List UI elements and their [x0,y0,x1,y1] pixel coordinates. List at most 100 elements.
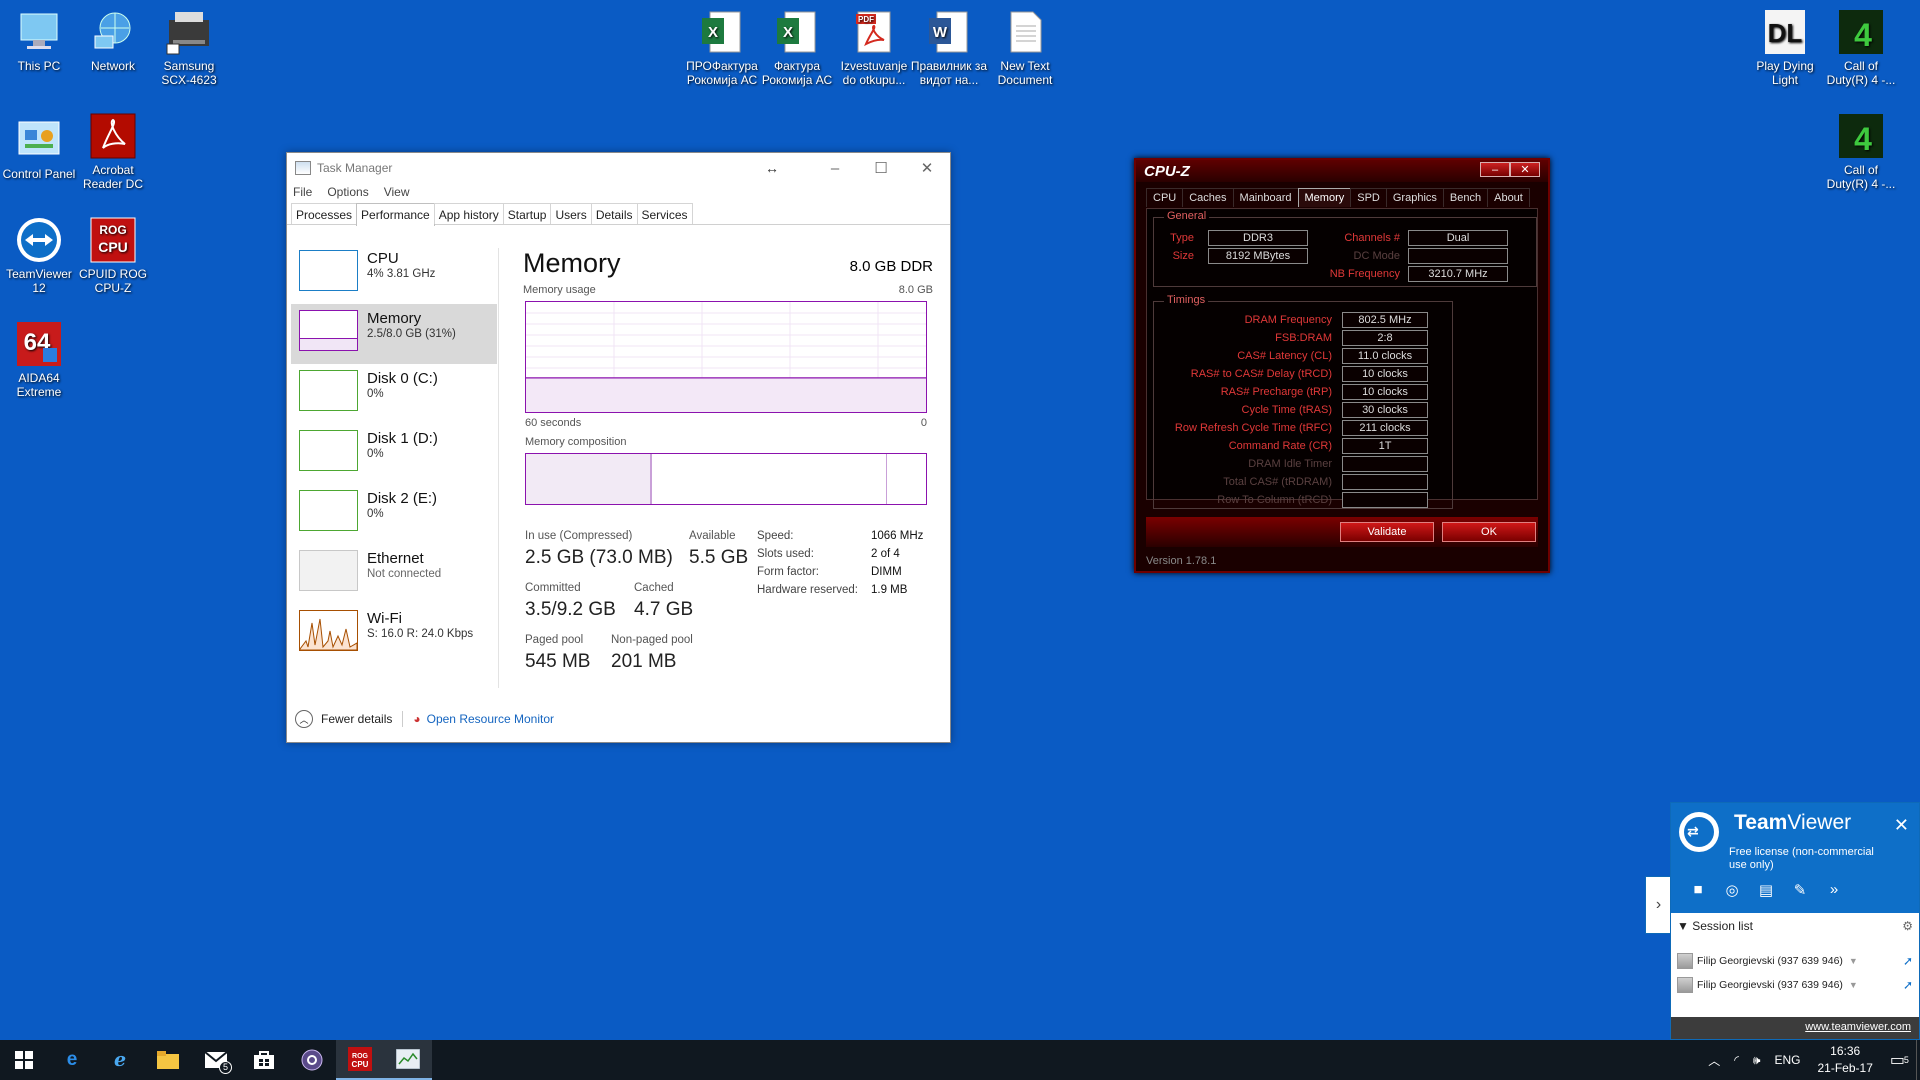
cpuz-tab-about[interactable]: About [1487,188,1530,207]
memory-usage-area [526,377,926,412]
close-button[interactable]: ✕ [904,153,950,183]
desktop-icon-this-pc[interactable]: This PC [0,8,78,73]
tab-processes[interactable]: Processes [291,203,358,224]
minimize-button[interactable]: – [812,153,858,183]
cpuz-tab-mainboard[interactable]: Mainboard [1232,188,1299,207]
cpuz-version: Version 1.78.1 [1146,555,1217,567]
desktop-icon-excel-2[interactable]: X Фактура Рокомија АС [758,8,836,87]
desktop-icon-teamviewer[interactable]: TeamViewer 12 [0,216,78,295]
cpuz-tab-cpu[interactable]: CPU [1146,188,1184,207]
show-hidden-icons-button[interactable]: ︿ [1708,1052,1720,1069]
cpuz-close-button[interactable]: ✕ [1510,162,1540,177]
show-desktop-button[interactable] [1916,1040,1920,1080]
clock[interactable]: 16:36 21-Feb-17 [1818,1043,1873,1077]
language-indicator[interactable]: ENG [1774,1053,1800,1067]
cpuz-minimize-button[interactable]: – [1480,162,1510,177]
media-app-icon[interactable] [288,1040,336,1080]
desktop-icon-cpuz[interactable]: ROG CPU CPUID ROG CPU-Z [74,216,152,295]
sidebar-item-memory[interactable]: Memory 2.5/8.0 GB (31%) [291,304,497,364]
ethernet-thumbnail [299,550,358,591]
desktop-icon-cod-1[interactable]: 4 Call of Duty(R) 4 -... [1822,8,1900,87]
desktop-icon-aida64[interactable]: 64 AIDA64 Extreme [0,320,78,399]
more-icon[interactable]: » [1817,881,1851,899]
sidebar-item-name: Ethernet [367,550,424,567]
sidebar-item-disk1[interactable]: Disk 1 (D:) 0% [291,424,497,484]
timing-label: RAS# Precharge (tRP) [1220,386,1332,398]
maximize-button[interactable]: ☐ [858,153,904,183]
desktop-icon-printer[interactable]: Samsung SCX-4623 [150,8,228,87]
teamviewer-website-link[interactable]: www.teamviewer.com [1671,1017,1919,1039]
desktop-icon-word[interactable]: W Правилник за видот на... [910,8,988,87]
video-icon[interactable]: ■ [1681,881,1715,899]
resource-monitor-icon: ◕ [413,712,421,726]
footer-separator [402,711,404,727]
validate-button[interactable]: Validate [1340,522,1434,542]
action-center-button[interactable]: ▭ 5 [1890,1050,1909,1070]
desktop-icon-network[interactable]: Network [74,8,152,73]
mail-icon[interactable]: 5 [192,1040,240,1080]
clipboard-icon[interactable]: ▤ [1749,881,1783,899]
start-button[interactable] [0,1040,48,1080]
teamviewer-expand-tab[interactable]: › [1645,876,1671,934]
pane-divider[interactable] [498,248,499,688]
desktop-icon-dying-light[interactable]: DL Play Dying Light [1746,8,1824,87]
type-label: Type [1170,232,1194,244]
desktop-icon-cod-2[interactable]: 4 Call of Duty(R) 4 -... [1822,112,1900,191]
printer-icon [165,8,213,56]
sidebar-item-wifi[interactable]: Wi-Fi S: 16.0 R: 24.0 Kbps [291,604,497,664]
desktop-icon-pdf[interactable]: PDF Izvestuvanje do otkupu... [835,8,913,87]
headset-icon[interactable]: ◎ [1715,881,1749,899]
tab-performance[interactable]: Performance [356,203,435,226]
task-manager-taskbar-icon[interactable] [384,1040,432,1080]
cod-icon: 4 [1837,112,1885,160]
desktop-icon-acrobat[interactable]: Acrobat Reader DC [74,112,152,191]
tab-details[interactable]: Details [590,203,638,224]
menu-options[interactable]: Options [327,183,375,203]
cpuz-tab-memory[interactable]: Memory [1297,188,1352,207]
channels-label: Channels # [1344,232,1400,244]
file-explorer-icon[interactable] [144,1040,192,1080]
desktop-icon-excel-1[interactable]: X ПРОФактура Рокомија АС [683,8,761,87]
tools-icon[interactable]: ✎ [1783,881,1817,899]
teamviewer-toolbar: ■ ◎ ▤ ✎ » [1681,881,1851,899]
settings-gear-icon[interactable]: ⚙ [1902,919,1913,933]
dropdown-icon[interactable]: ▼ [1849,980,1858,990]
cpuz-tab-caches[interactable]: Caches [1182,188,1234,207]
timing-field: 10 clocks [1342,384,1428,400]
session-row[interactable]: Filip Georgievski (937 639 946) ▼ ➚ [1677,953,1913,969]
teamviewer-close-button[interactable]: ✕ [1894,815,1909,836]
tab-users[interactable]: Users [550,203,592,224]
tab-services[interactable]: Services [636,203,693,224]
internet-explorer-icon[interactable]: ℯ [96,1040,144,1080]
pointer-icon[interactable]: ➚ [1903,978,1913,992]
cpuz-tab-graphics[interactable]: Graphics [1385,188,1444,207]
fewer-details-button[interactable]: Fewer details [321,712,392,726]
tab-app-history[interactable]: App history [433,203,504,224]
menu-view[interactable]: View [384,183,417,203]
sidebar-item-disk2[interactable]: Disk 2 (E:) 0% [291,484,497,544]
desktop-icon-text-document[interactable]: New Text Document [986,8,1064,87]
session-list-header[interactable]: ▼ Session list ⚙ [1671,913,1919,939]
edge-icon[interactable]: e [48,1040,96,1080]
volume-tray-icon[interactable]: 🕪 [1753,1053,1761,1068]
sidebar-item-disk0[interactable]: Disk 0 (C:) 0% [291,364,497,424]
cpuz-taskbar-icon[interactable]: ROG CPU [336,1040,384,1080]
cpuz-tab-bench[interactable]: Bench [1442,188,1489,207]
tab-startup[interactable]: Startup [502,203,552,224]
dropdown-icon[interactable]: ▼ [1849,956,1858,966]
sidebar-item-cpu[interactable]: CPU 4% 3.81 GHz [291,244,497,304]
store-icon[interactable] [240,1040,288,1080]
cpuz-tab-spd[interactable]: SPD [1350,188,1387,207]
desktop-icon-label: Izvestuvanje do otkupu... [840,59,908,87]
open-resource-monitor-link[interactable]: Open Resource Monitor [427,712,554,726]
timing-label: FSB:DRAM [1275,332,1332,344]
pointer-icon[interactable]: ➚ [1903,954,1913,968]
sidebar-item-ethernet[interactable]: Ethernet Not connected [291,544,497,604]
chevron-up-icon[interactable]: ︿ [295,710,313,728]
ok-button[interactable]: OK [1442,522,1536,542]
session-row[interactable]: Filip Georgievski (937 639 946) ▼ ➚ [1677,977,1913,993]
wifi-tray-icon[interactable]: ◜ [1734,1053,1739,1067]
menu-file[interactable]: File [293,183,319,203]
timing-label: Row To Column (tRCD) [1217,494,1332,506]
desktop-icon-control-panel[interactable]: Control Panel [0,116,78,181]
